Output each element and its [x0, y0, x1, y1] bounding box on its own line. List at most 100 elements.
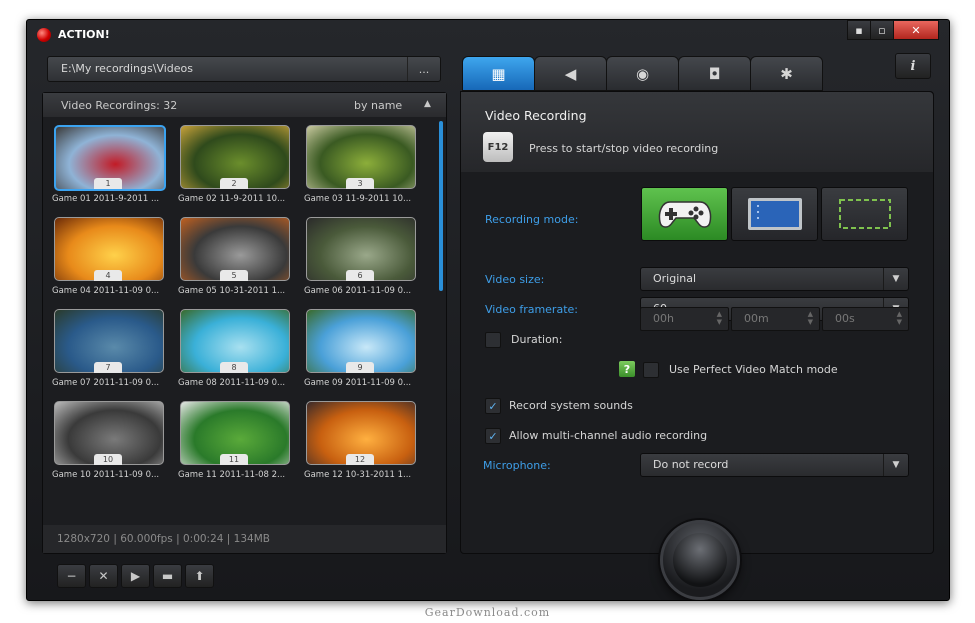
duration-hours-stepper[interactable]: 00h ▲ ▼ — [640, 307, 729, 331]
library-header: Video Recordings: 32 by name ▲ — [43, 93, 446, 117]
thumbnail-caption: Game 12 10-31-2011 1... — [304, 470, 412, 480]
video-thumbnail[interactable]: 10 Game 10 2011-11-09 0... — [52, 399, 166, 489]
gear-icon: ✱ — [780, 64, 793, 83]
duration-seconds-value: 00s — [835, 312, 855, 325]
duration-minutes-value: 00m — [744, 312, 769, 325]
video-thumbnail[interactable]: 2 Game 02 11-9-2011 10... — [178, 123, 292, 213]
video-thumbnail[interactable]: 12 Game 12 10-31-2011 1... — [304, 399, 418, 489]
play-button[interactable]: ▶ — [121, 564, 150, 588]
perfect-match-label: Use Perfect Video Match mode — [669, 363, 838, 376]
tab-settings[interactable]: ✱ — [750, 56, 823, 91]
thumbnail-caption: Game 05 10-31-2011 1... — [178, 286, 286, 296]
video-size-value: Original — [653, 272, 697, 285]
help-icon[interactable]: ? — [619, 361, 635, 377]
sort-dropdown[interactable]: by name — [354, 99, 402, 112]
app-title: ACTION! — [58, 28, 110, 41]
browse-button[interactable]: ... — [407, 57, 440, 81]
hotkey-description: Press to start/stop video recording — [529, 142, 719, 155]
video-thumbnail[interactable]: 3 Game 03 11-9-2011 10... — [304, 123, 418, 213]
stopwatch-icon: ◉ — [635, 64, 650, 83]
thumbnail-caption: Game 03 11-9-2011 10... — [304, 194, 412, 204]
close-button[interactable]: ✕ — [893, 20, 939, 40]
video-framerate-label: Video framerate: — [485, 303, 578, 316]
duration-label: Duration: — [511, 333, 563, 346]
stepper-arrows-icon[interactable]: ▲ ▼ — [897, 310, 902, 326]
thumbnail-number: 11 — [220, 454, 248, 465]
chevron-down-icon[interactable]: ▼ — [883, 268, 908, 290]
thumbnail-number: 7 — [94, 362, 122, 373]
video-thumbnail[interactable]: 7 Game 07 2011-11-09 0... — [52, 307, 166, 397]
check-icon: ✓ — [488, 429, 498, 443]
upload-button[interactable]: ⬆ — [185, 564, 214, 588]
tab-screenshot[interactable]: ◘ — [678, 56, 751, 91]
video-thumbnail[interactable]: 4 Game 04 2011-11-09 0... — [52, 215, 166, 305]
tab-audio[interactable]: ◀ — [534, 56, 607, 91]
film-icon: ▦ — [491, 64, 506, 83]
mode-game-button[interactable] — [641, 187, 728, 241]
thumbnail-number: 9 — [346, 362, 374, 373]
recording-mode-label: Recording mode: — [485, 213, 579, 226]
video-size-label: Video size: — [485, 273, 545, 286]
info-button[interactable]: i — [895, 53, 931, 79]
thumbnail-caption: Game 11 2011-11-08 2... — [178, 470, 286, 480]
duration-hours-value: 00h — [653, 312, 674, 325]
thumbnail-number: 12 — [346, 454, 374, 465]
tab-benchmark[interactable]: ◉ — [606, 56, 679, 91]
video-thumbnail[interactable]: 1 Game 01 2011-9-2011 ... — [52, 123, 166, 213]
camera-icon: ◘ — [708, 64, 721, 83]
library-status-bar: 1280x720 | 60.000fps | 0:00:24 | 134MB — [43, 525, 446, 553]
app-logo-icon — [37, 28, 51, 42]
speaker-icon: ◀ — [564, 64, 577, 83]
minimize-button[interactable]: ▪ — [847, 20, 871, 40]
recordings-path-field[interactable]: E:\My recordings\Videos ... — [47, 56, 441, 82]
thumbnail-caption: Game 06 2011-11-09 0... — [304, 286, 412, 296]
microphone-label: Microphone: — [483, 459, 551, 472]
thumbnail-caption: Game 09 2011-11-09 0... — [304, 378, 412, 388]
video-thumbnail[interactable]: 11 Game 11 2011-11-08 2... — [178, 399, 292, 489]
tab-video[interactable]: ▦ — [462, 56, 535, 91]
video-thumbnail[interactable]: 6 Game 06 2011-11-09 0... — [304, 215, 418, 305]
open-folder-button[interactable]: ▬ — [153, 564, 182, 588]
system-sounds-checkbox[interactable]: ✓ — [485, 398, 501, 414]
record-button[interactable] — [660, 520, 740, 600]
gamepad-icon — [658, 201, 711, 228]
duration-minutes-stepper[interactable]: 00m ▲ ▼ — [731, 307, 820, 331]
thumbnail-number: 2 — [220, 178, 248, 189]
delete-button[interactable]: ✕ — [89, 564, 118, 588]
perfect-match-checkbox[interactable] — [643, 362, 659, 378]
duration-checkbox[interactable] — [485, 332, 501, 348]
maximize-button[interactable]: ▫ — [870, 20, 894, 40]
app-window: ACTION! ▪ ▫ ✕ E:\My recordings\Videos ..… — [26, 19, 950, 601]
video-thumbnail[interactable]: 8 Game 08 2011-11-09 0... — [178, 307, 292, 397]
thumbnail-caption: Game 10 2011-11-09 0... — [52, 470, 160, 480]
stepper-arrows-icon[interactable]: ▲ ▼ — [808, 310, 813, 326]
chevron-down-icon[interactable]: ▼ — [883, 454, 908, 476]
library-scrollbar[interactable] — [439, 121, 443, 291]
hotkey-f12-button[interactable]: F12 — [483, 132, 513, 162]
duration-seconds-stepper[interactable]: 00s ▲ ▼ — [822, 307, 909, 331]
minus-button[interactable]: − — [57, 564, 86, 588]
video-thumbnail[interactable]: 9 Game 09 2011-11-09 0... — [304, 307, 418, 397]
multichannel-checkbox[interactable]: ✓ — [485, 428, 501, 444]
thumbnail-caption: Game 04 2011-11-09 0... — [52, 286, 160, 296]
multichannel-label: Allow multi-channel audio recording — [509, 429, 708, 442]
video-thumbnail[interactable]: 5 Game 05 10-31-2011 1... — [178, 215, 292, 305]
thumbnail-number: 10 — [94, 454, 122, 465]
thumbnail-number: 3 — [346, 178, 374, 189]
video-size-dropdown[interactable]: Original ▼ — [640, 267, 909, 291]
sort-arrow-icon[interactable]: ▲ — [424, 99, 431, 109]
thumbnail-number: 4 — [94, 270, 122, 281]
thumbnail-number: 5 — [220, 270, 248, 281]
title-bar[interactable]: ACTION! ▪ ▫ ✕ — [27, 20, 949, 50]
watermark: GearDownload.com — [424, 606, 551, 619]
recordings-count: Video Recordings: 32 — [61, 99, 178, 112]
record-button-face — [673, 533, 727, 587]
microphone-dropdown[interactable]: Do not record ▼ — [640, 453, 909, 477]
video-settings-header: Video Recording F12 Press to start/stop … — [461, 92, 933, 172]
mode-desktop-button[interactable] — [731, 187, 818, 241]
stepper-arrows-icon[interactable]: ▲ ▼ — [717, 310, 722, 326]
section-title: Video Recording — [485, 108, 587, 123]
mode-region-button[interactable] — [821, 187, 908, 241]
recordings-library-panel: Video Recordings: 32 by name ▲ 1 Game 01 … — [42, 92, 447, 554]
selected-video-info: 1280x720 | 60.000fps | 0:00:24 | 134MB — [57, 533, 270, 545]
